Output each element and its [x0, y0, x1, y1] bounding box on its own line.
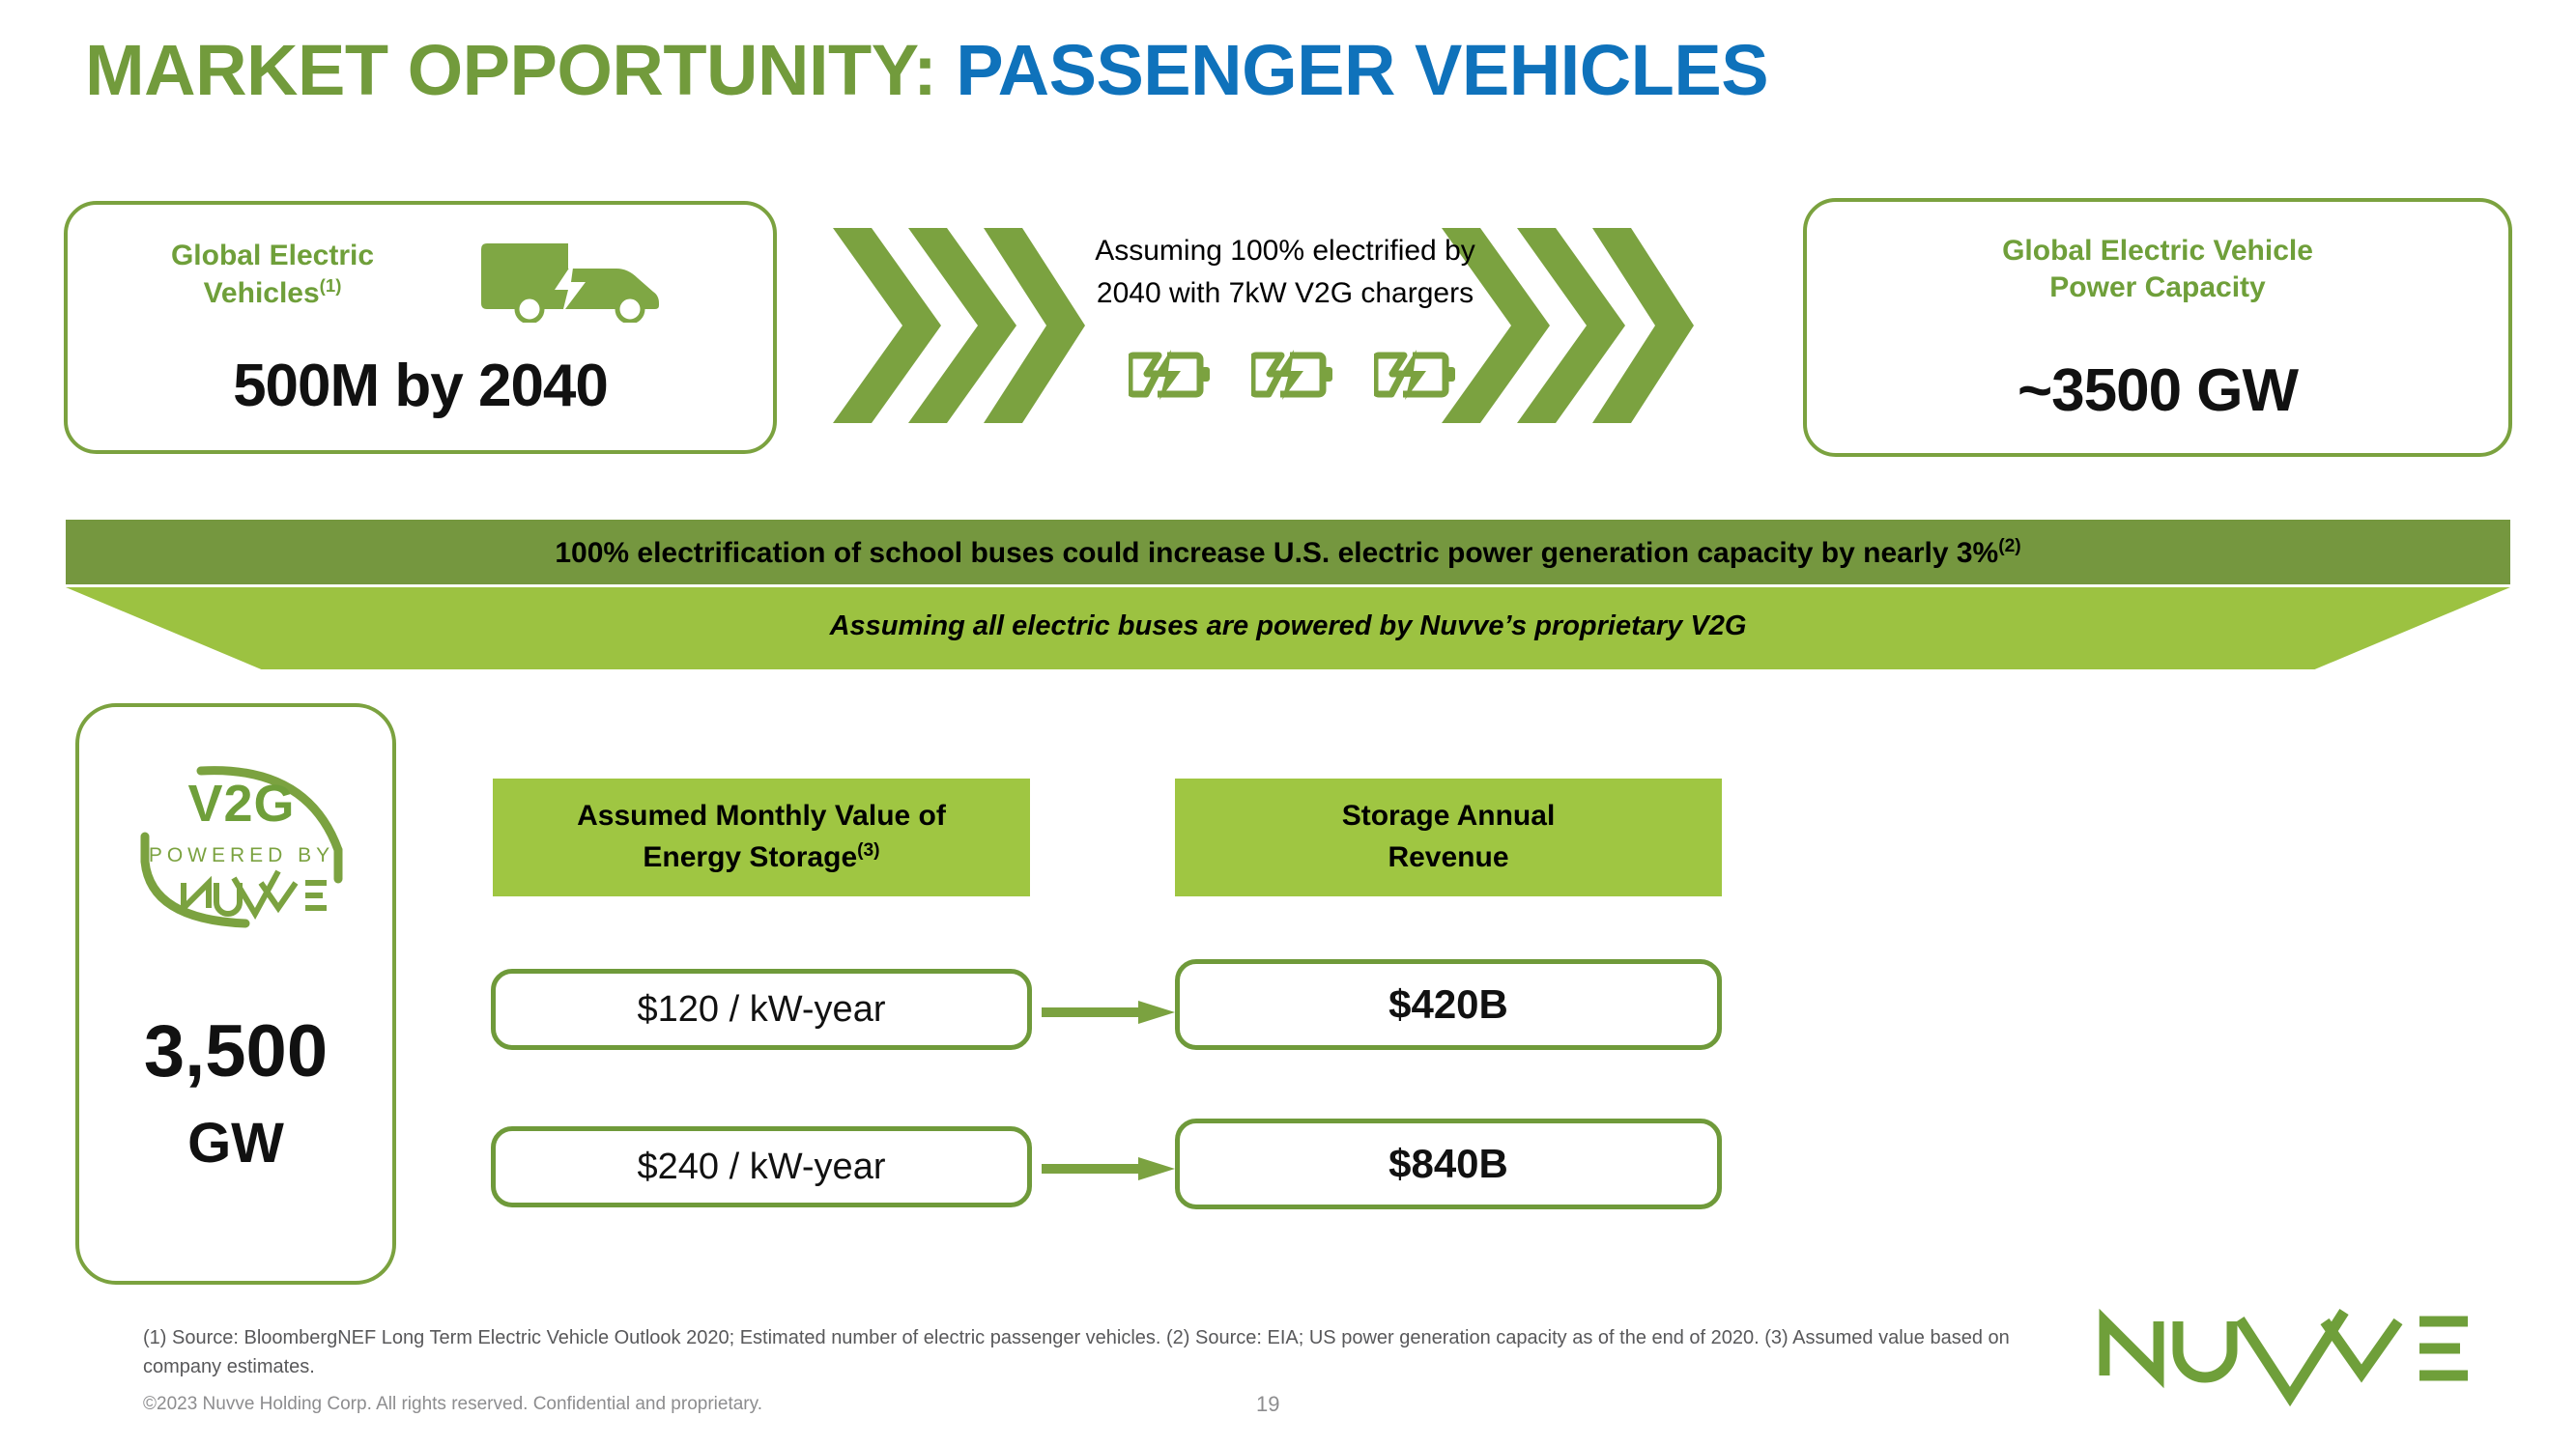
card-left-label-line1: Global Electric — [170, 240, 375, 271]
card-right-label: Global Electric Vehicle Power Capacity — [1807, 233, 2508, 307]
banner-bottom-text: Assuming all electric buses are powered … — [829, 610, 1747, 641]
page-title: MARKET OPPORTUNITY: PASSENGER VEHICLES — [85, 35, 1769, 106]
table-row-output-1: $840B — [1175, 1119, 1722, 1209]
card-right-value: ~3500 GW — [2017, 357, 2299, 424]
card-left-footnote-marker: (1) — [319, 275, 342, 297]
v2g-powered-by-nuvve-logo: V2G POWERED BY — [140, 766, 343, 928]
card-left-label: Global Electric Vehicles(1) — [128, 238, 417, 313]
banner-top-footnote-marker: (2) — [1998, 536, 2021, 556]
v2g-value: 3,500 — [143, 1010, 329, 1092]
copyright-notice: ©2023 Nuvve Holding Corp. All rights res… — [143, 1394, 762, 1414]
global-ev-power-capacity-card: Global Electric Vehicle Power Capacity ~… — [1803, 198, 2512, 457]
page-title-green: MARKET OPPORTUNITY: — [85, 30, 937, 110]
nuvve-logo — [2099, 1308, 2468, 1406]
table-row-output-0: $420B — [1175, 959, 1722, 1050]
battery-charging-icon — [1374, 350, 1455, 400]
table-row-input-0: $120 / kW-year — [491, 969, 1032, 1050]
header-left-line2: Energy Storage — [643, 841, 858, 873]
page-number: 19 — [1256, 1392, 1280, 1416]
footnotes: (1) Source: BloombergNEF Long Term Elect… — [143, 1327, 2010, 1377]
v2g-summary-card: V2G POWERED BY 3,500 GW — [75, 703, 396, 1285]
assumption-line1: Assuming 100% electrified by — [1095, 235, 1475, 267]
chevron-right-icon-group-left — [833, 228, 1085, 423]
table-header-assumed-monthly-value: Assumed Monthly Value of Energy Storage(… — [493, 779, 1030, 896]
table-header-storage-annual-revenue: Storage Annual Revenue — [1175, 779, 1722, 896]
v2g-unit: GW — [187, 1112, 284, 1175]
header-right-line1: Storage Annual — [1341, 800, 1556, 833]
arrow-right-icon — [1042, 1001, 1175, 1024]
battery-icon-row — [1129, 346, 1457, 402]
card-left-value: 500M by 2040 — [233, 353, 609, 419]
battery-charging-icon — [1251, 350, 1332, 400]
header-right-line2: Revenue — [1388, 841, 1509, 873]
header-left-line1: Assumed Monthly Value of — [577, 800, 946, 833]
table-row-input-1: $240 / kW-year — [491, 1126, 1032, 1207]
card-right-label-line2: Power Capacity — [2049, 271, 2266, 304]
banner-bottom: Assuming all electric buses are powered … — [66, 587, 2510, 669]
header-left-footnote-marker: (3) — [857, 840, 880, 861]
svg-text:POWERED BY: POWERED BY — [149, 844, 334, 866]
page-title-blue: PASSENGER VEHICLES — [956, 30, 1769, 110]
global-electric-vehicles-card: Global Electric Vehicles(1) 500M by 2040 — [64, 201, 777, 454]
arrow-right-icon — [1042, 1157, 1175, 1180]
banner-top-text: 100% electrification of school buses cou… — [66, 536, 2510, 570]
card-left-label-line2: Vehicles — [203, 277, 320, 310]
assumption-line2: 2040 with 7kW V2G chargers — [1096, 276, 1474, 309]
assumption-text: Assuming 100% electrified by 2040 with 7… — [1082, 230, 1488, 314]
card-right-label-line1: Global Electric Vehicle — [2002, 235, 2313, 267]
banner-top: 100% electrification of school buses cou… — [66, 520, 2510, 584]
svg-text:V2G: V2G — [187, 775, 295, 833]
battery-charging-icon — [1129, 350, 1210, 400]
electric-van-icon — [481, 243, 659, 323]
banner-top-main: 100% electrification of school buses cou… — [555, 537, 1999, 569]
